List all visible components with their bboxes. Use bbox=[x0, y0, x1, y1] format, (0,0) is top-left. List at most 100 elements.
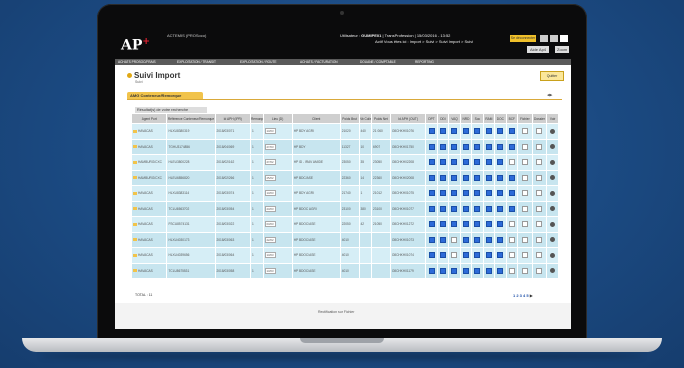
checkbox-checked[interactable] bbox=[474, 221, 481, 228]
checkbox-unchecked[interactable] bbox=[521, 128, 528, 135]
checkbox-checked[interactable] bbox=[497, 190, 504, 197]
checkbox-checked[interactable] bbox=[440, 267, 446, 274]
checkbox-unchecked[interactable] bbox=[536, 221, 543, 228]
checkbox-checked[interactable] bbox=[485, 174, 492, 181]
column-header[interactable]: Voir bbox=[546, 113, 559, 124]
home-icon[interactable] bbox=[540, 35, 548, 42]
checkbox-unchecked[interactable] bbox=[451, 236, 458, 243]
checkbox-checked[interactable] bbox=[428, 159, 435, 166]
checkbox-checked[interactable] bbox=[497, 221, 504, 228]
folder-icon[interactable] bbox=[133, 160, 137, 164]
checkbox-checked[interactable] bbox=[474, 205, 481, 212]
checkbox-checked[interactable] bbox=[451, 143, 458, 150]
menu-item[interactable]: EXPLOITATION / ROUTE bbox=[240, 60, 277, 64]
folder-icon[interactable] bbox=[133, 145, 137, 149]
checkbox-checked[interactable] bbox=[497, 267, 504, 274]
checkbox-checked[interactable] bbox=[451, 174, 458, 181]
checkbox-checked[interactable] bbox=[440, 159, 446, 166]
date-field[interactable]: 22/02 bbox=[264, 236, 276, 243]
view-icon[interactable] bbox=[550, 144, 556, 150]
pagination[interactable]: 1 2 3 4 5 ▶ bbox=[513, 293, 533, 298]
checkbox-checked[interactable] bbox=[440, 174, 446, 181]
checkbox-checked[interactable] bbox=[440, 143, 446, 150]
checkbox-checked[interactable] bbox=[497, 159, 504, 166]
checkbox-checked[interactable] bbox=[474, 236, 481, 243]
table-row[interactable]: HAMBURG/CXC HLEU3800228 2018/02/162 1 27/02 H… bbox=[130, 154, 559, 171]
column-header[interactable]: DPT bbox=[425, 113, 438, 124]
column-header[interactable]: Poids Net bbox=[371, 113, 391, 124]
date-field[interactable]: 13/03 bbox=[264, 128, 276, 135]
tab-conteneur[interactable]: AMG Conteneur/Remorque bbox=[127, 92, 203, 99]
view-icon[interactable] bbox=[550, 190, 556, 196]
table-row[interactable]: HAVACAS TCLU6563702 2018/03/054 1 23/03 HP BD… bbox=[130, 200, 559, 217]
checkbox-checked[interactable] bbox=[462, 190, 469, 197]
column-header[interactable]: DDI bbox=[436, 113, 450, 124]
checkbox-checked[interactable] bbox=[451, 205, 458, 212]
view-icon[interactable] bbox=[550, 128, 556, 134]
view-icon[interactable] bbox=[550, 268, 556, 274]
checkbox-unchecked[interactable] bbox=[521, 205, 528, 212]
view-icon[interactable] bbox=[550, 237, 556, 243]
menu-item[interactable]: REPORTING bbox=[415, 60, 434, 64]
checkbox-checked[interactable] bbox=[497, 236, 504, 243]
view-icon[interactable] bbox=[550, 175, 556, 181]
checkbox-checked[interactable] bbox=[497, 174, 504, 181]
column-header[interactable]: RAM bbox=[482, 113, 496, 124]
checkbox-unchecked[interactable] bbox=[536, 174, 543, 181]
column-header[interactable]: Id APH (IPR) bbox=[214, 113, 251, 124]
checkbox-checked[interactable] bbox=[485, 267, 492, 274]
date-field[interactable]: 13/03 bbox=[264, 190, 276, 197]
nav-arrows-icon[interactable]: ◀▶ bbox=[547, 93, 552, 97]
checkbox-checked[interactable] bbox=[497, 128, 504, 135]
date-field[interactable]: 13/03 bbox=[264, 252, 276, 259]
folder-icon[interactable] bbox=[133, 129, 137, 133]
checkbox-unchecked[interactable] bbox=[521, 236, 528, 243]
checkbox-checked[interactable] bbox=[508, 190, 515, 197]
column-header[interactable]: Poids Brut bbox=[339, 113, 360, 124]
table-row[interactable]: HAVACAS TCLU8675531 2018/03/058 1 13/03 HP BD… bbox=[130, 262, 559, 279]
checkbox-checked[interactable] bbox=[440, 205, 446, 212]
column-header[interactable]: Soc bbox=[471, 113, 484, 124]
checkbox-unchecked[interactable] bbox=[521, 143, 528, 150]
checkbox-checked[interactable] bbox=[497, 143, 504, 150]
checkbox-checked[interactable] bbox=[485, 221, 492, 228]
checkbox-checked[interactable] bbox=[462, 252, 469, 259]
table-row[interactable]: HAMBURG/CXC HLEU6856820 2018/02/266 1 25/02 H… bbox=[130, 169, 559, 186]
checkbox-unchecked[interactable] bbox=[451, 252, 458, 259]
checkbox-checked[interactable] bbox=[474, 159, 481, 166]
checkbox-checked[interactable] bbox=[440, 190, 446, 197]
menu-item[interactable]: ACHATS / FACTURATION bbox=[300, 60, 338, 64]
checkbox-unchecked[interactable] bbox=[521, 190, 528, 197]
checkbox-checked[interactable] bbox=[451, 190, 458, 197]
date-field[interactable]: 23/03 bbox=[264, 205, 276, 212]
checkbox-checked[interactable] bbox=[462, 205, 469, 212]
checkbox-unchecked[interactable] bbox=[536, 205, 543, 212]
checkbox-checked[interactable] bbox=[485, 252, 492, 259]
checkbox-checked[interactable] bbox=[428, 236, 435, 243]
checkbox-checked[interactable] bbox=[451, 128, 458, 135]
menu-item[interactable]: ACHATS PROSOC/FRAIS bbox=[118, 60, 156, 64]
checkbox-unchecked[interactable] bbox=[508, 159, 515, 166]
checkbox-checked[interactable] bbox=[428, 205, 435, 212]
checkbox-checked[interactable] bbox=[462, 267, 469, 274]
checkbox-checked[interactable] bbox=[485, 205, 492, 212]
aide-button[interactable]: Aide Ap4 bbox=[527, 46, 550, 53]
checkbox-checked[interactable] bbox=[451, 221, 458, 228]
checkbox-unchecked[interactable] bbox=[521, 267, 528, 274]
checkbox-unchecked[interactable] bbox=[521, 252, 528, 259]
checkbox-checked[interactable] bbox=[440, 236, 446, 243]
table-row[interactable]: HAVACAS HLXU8380319 2018/03/071 1 13/03 HP BD… bbox=[130, 123, 559, 140]
checkbox-unchecked[interactable] bbox=[536, 267, 543, 274]
checkbox-unchecked[interactable] bbox=[536, 190, 543, 197]
folder-icon[interactable] bbox=[133, 269, 137, 273]
column-header[interactable]: Agent Port bbox=[130, 113, 168, 124]
folder-icon[interactable] bbox=[133, 207, 137, 211]
table-row[interactable]: HAVACAS HLXU8383114 2018/03/074 1 13/03 HP BD… bbox=[130, 185, 559, 202]
table-row[interactable]: HAVACAS TGHU3174856 2018/04/069 1 27/03 HP BD… bbox=[130, 138, 559, 155]
logout-button[interactable]: Se déconnecter bbox=[510, 35, 536, 42]
menu-item[interactable]: EXPLOITATION / TRANSIT bbox=[177, 60, 216, 64]
checkbox-checked[interactable] bbox=[428, 267, 435, 274]
checkbox-unchecked[interactable] bbox=[536, 143, 543, 150]
column-header[interactable]: Lieu (D) bbox=[262, 113, 293, 124]
checkbox-checked[interactable] bbox=[474, 143, 481, 150]
